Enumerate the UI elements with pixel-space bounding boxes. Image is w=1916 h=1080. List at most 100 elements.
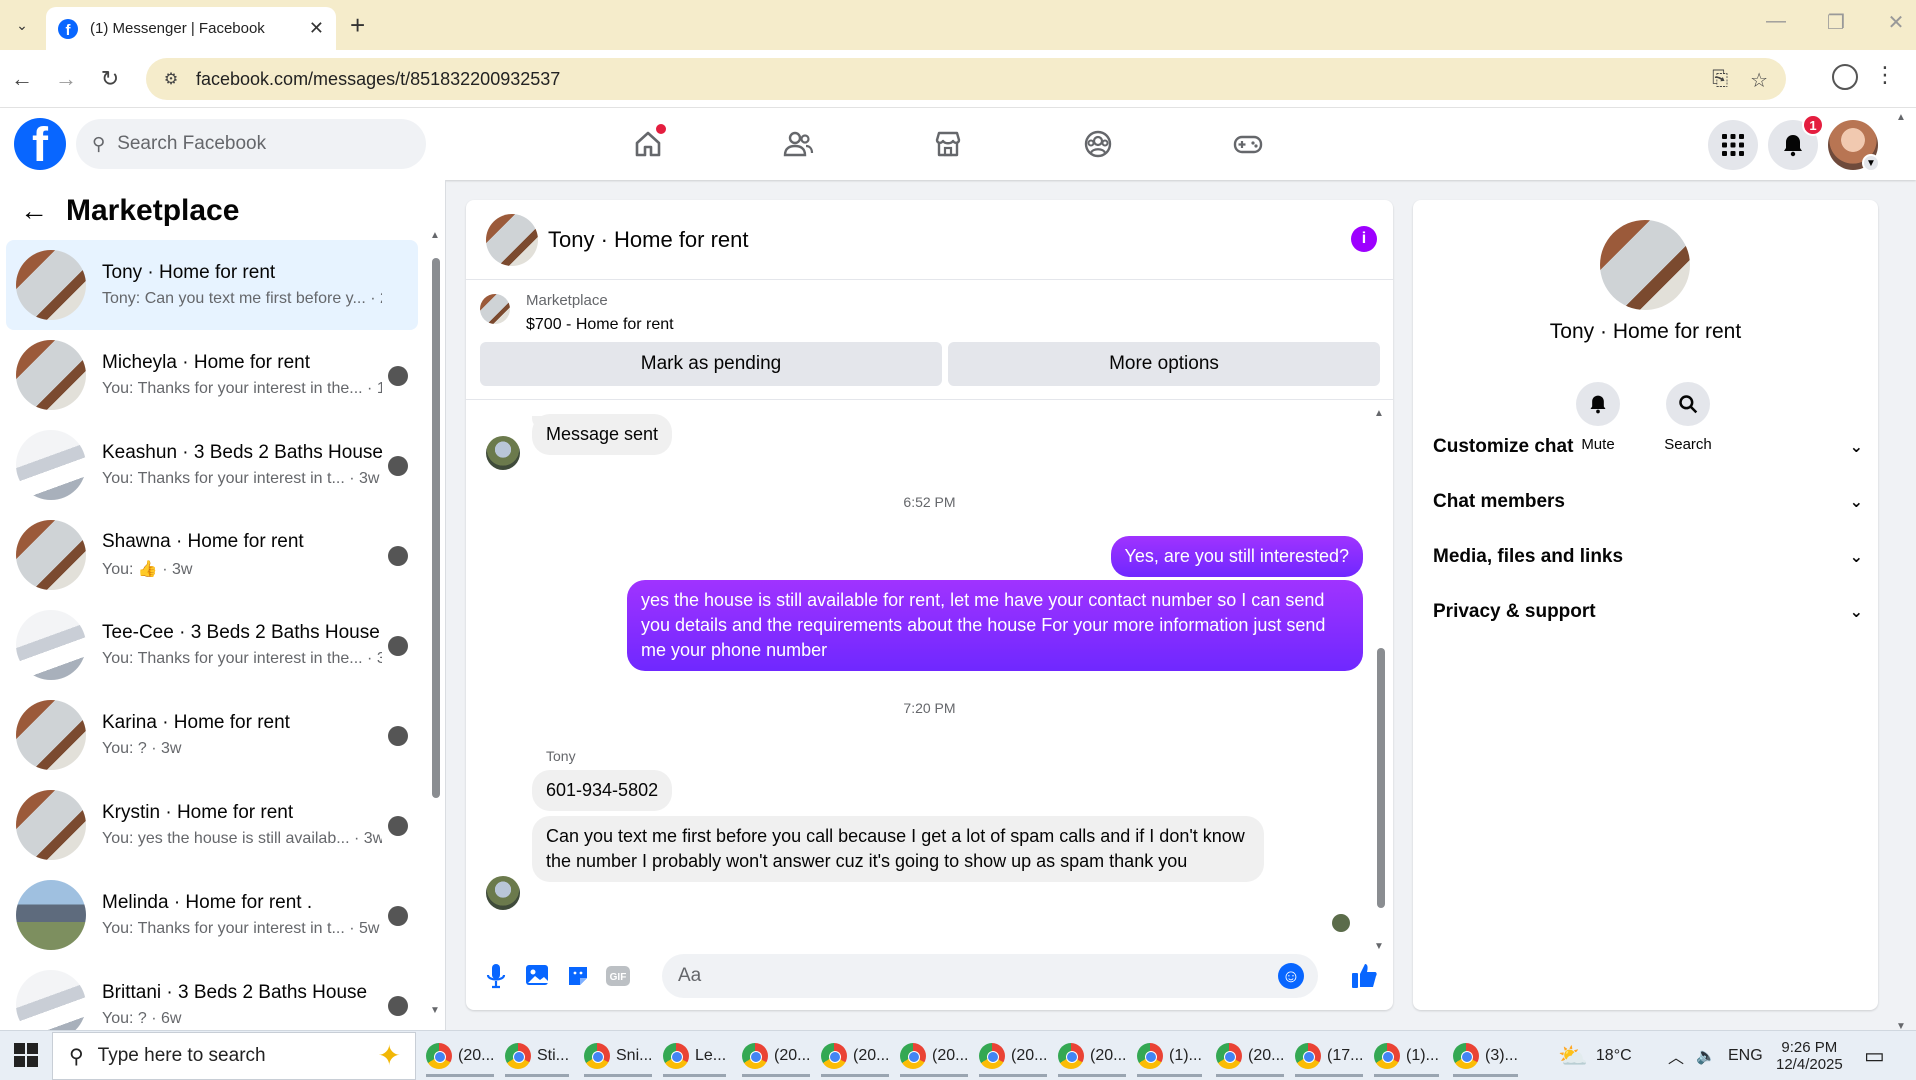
tony-avatar[interactable] <box>486 436 520 470</box>
tab-search-chevron-icon[interactable]: ⌄ <box>6 10 38 40</box>
app-label: (20... <box>1011 1046 1048 1064</box>
conversation-item[interactable]: Krystin · Home for rent You: yes the hous… <box>6 780 418 870</box>
forward-arrow-icon[interactable]: → <box>50 63 82 95</box>
site-settings-icon[interactable]: ⚙ <box>160 68 182 90</box>
conversation-item[interactable]: Micheyla · Home for rent You: Thanks for … <box>6 330 418 420</box>
conversation-avatar[interactable] <box>1600 220 1690 310</box>
photo-gallery-icon[interactable] <box>524 962 552 990</box>
conversation-item[interactable]: Keashun · 3 Beds 2 Baths House You: Thank… <box>6 420 418 510</box>
sidebar-scroll-thumb[interactable] <box>432 258 440 798</box>
groups-icon[interactable] <box>1076 122 1120 166</box>
microphone-icon[interactable] <box>482 962 510 990</box>
language-indicator[interactable]: ENG <box>1728 1031 1763 1080</box>
browser-menu-icon[interactable]: ⋮ <box>1874 62 1896 88</box>
taskbar-app-button[interactable]: (20... <box>900 1037 969 1077</box>
back-arrow-icon[interactable]: ← <box>6 63 38 95</box>
page-scrollbar[interactable]: ▲ ▼ <box>1896 112 1910 1032</box>
more-options-button[interactable]: More options <box>948 342 1380 386</box>
chat-scrollbar[interactable]: ▲ ▼ <box>1374 408 1385 952</box>
conversation-item[interactable]: Shawna · Home for rent You: 👍 · 3w <box>6 510 418 600</box>
reload-icon[interactable]: ↻ <box>94 63 126 95</box>
scroll-up-icon[interactable]: ▲ <box>1896 112 1906 123</box>
install-app-icon[interactable]: ⎘ <box>1712 68 1728 93</box>
back-arrow-icon[interactable]: ← <box>20 195 54 227</box>
privacy-support-section[interactable]: Privacy & support ⌄ <box>1433 592 1863 632</box>
conversation-thumbnail <box>16 610 86 680</box>
search-icon <box>1666 382 1710 426</box>
listing-price[interactable]: $700 - Home for rent <box>526 316 674 334</box>
browser-profile-icon[interactable] <box>1832 64 1858 90</box>
chat-members-section[interactable]: Chat members ⌄ <box>1433 482 1863 522</box>
taskbar-app-button[interactable]: (20... <box>1216 1037 1285 1077</box>
windows-start-icon[interactable] <box>14 1043 38 1067</box>
taskbar-app-button[interactable]: (1)... <box>1137 1037 1202 1077</box>
search-icon: ⚲ <box>69 1045 84 1068</box>
taskbar-app-button[interactable]: (20... <box>979 1037 1048 1077</box>
copilot-sparkle-icon[interactable]: ✦ <box>378 1039 401 1072</box>
conversation-item[interactable]: Tony · Home for rent Tony: Can you text m… <box>6 240 418 330</box>
taskbar-search-input[interactable]: ⚲ Type here to search ✦ <box>52 1032 416 1080</box>
conversation-name: Tony · Home for rent <box>1549 320 1742 343</box>
minimize-icon[interactable]: — <box>1766 10 1786 35</box>
chat-header-avatar[interactable] <box>486 213 538 266</box>
friends-icon[interactable] <box>776 122 820 166</box>
address-bar[interactable]: ⚙ facebook.com/messages/t/85183220093253… <box>146 58 1786 100</box>
sticker-icon[interactable] <box>564 962 592 990</box>
conversation-item[interactable]: Melinda · Home for rent . You: Thanks for… <box>6 870 418 960</box>
home-icon[interactable] <box>626 122 670 166</box>
timestamp: 7:20 PM <box>903 700 956 716</box>
tab-close-icon[interactable]: ✕ <box>309 18 324 39</box>
new-tab-plus-icon[interactable]: + <box>350 10 365 41</box>
clock[interactable]: 9:26 PM 12/4/2025 <box>1776 1031 1843 1080</box>
notification-center-icon[interactable]: ▭ <box>1864 1031 1885 1080</box>
app-icon <box>900 1042 926 1069</box>
restore-icon[interactable]: ❐ <box>1826 10 1846 35</box>
sidebar-scrollbar[interactable]: ▲ ▼ <box>430 230 440 1016</box>
marketplace-icon[interactable] <box>926 122 970 166</box>
customize-chat-section[interactable]: Customize chat ⌄ <box>1433 427 1863 467</box>
account-avatar[interactable]: ▼ <box>1828 120 1880 172</box>
listing-thumbnail[interactable] <box>480 294 510 324</box>
conversation-item[interactable]: Tee-Cee · 3 Beds 2 Baths House You: Thank… <box>6 600 418 690</box>
chat-scroll-thumb[interactable] <box>1377 648 1385 908</box>
facebook-logo-icon[interactable]: f <box>14 118 66 170</box>
browser-tab-messenger[interactable]: f (1) Messenger | Facebook ✕ <box>46 7 336 50</box>
taskbar-app-button[interactable]: (1)... <box>1374 1037 1439 1077</box>
message-input[interactable]: Aa ☺ <box>662 954 1318 998</box>
emoji-icon[interactable]: ☺ <box>1278 963 1304 989</box>
taskbar-app-button[interactable]: Sti... <box>505 1037 570 1077</box>
chat-title[interactable]: Tony · Home for rent <box>548 227 749 253</box>
svg-text:GIF: GIF <box>610 972 627 983</box>
taskbar-app-button[interactable]: Sni... <box>584 1037 653 1077</box>
taskbar-app-button[interactable]: (3)... <box>1453 1037 1518 1077</box>
close-window-icon[interactable]: ✕ <box>1886 10 1906 35</box>
mark-as-pending-button[interactable]: Mark as pending <box>480 342 942 386</box>
show-hidden-icons-chevron-up-icon[interactable]: ︿ <box>1668 1031 1684 1080</box>
media-files-links-section[interactable]: Media, files and links ⌄ <box>1433 537 1863 577</box>
taskbar-app-button[interactable]: (17... <box>1295 1037 1364 1077</box>
menu-grid-icon[interactable] <box>1708 120 1758 170</box>
gaming-icon[interactable] <box>1226 122 1270 166</box>
info-icon[interactable]: i <box>1351 226 1377 252</box>
taskbar-app-button[interactable]: (20... <box>426 1037 495 1077</box>
weather-widget[interactable]: ⛅ 18°C <box>1558 1031 1632 1080</box>
speaker-icon[interactable]: 🔈 <box>1696 1031 1716 1080</box>
scroll-up-icon[interactable]: ▲ <box>1374 408 1384 419</box>
tony-avatar[interactable] <box>486 876 520 910</box>
notifications-bell-icon[interactable]: 1 <box>1768 114 1824 170</box>
conversation-thumbnail <box>16 250 86 320</box>
facebook-search-input[interactable]: ⚲ Search Facebook <box>76 119 426 169</box>
scroll-down-icon[interactable]: ▼ <box>430 1005 440 1016</box>
bookmark-star-icon[interactable]: ☆ <box>1750 68 1768 93</box>
conversation-name: Keashun · 3 Beds 2 Baths House <box>102 442 383 463</box>
clock-time: 9:26 PM <box>1781 1039 1838 1056</box>
taskbar-app-button[interactable]: Le... <box>663 1037 727 1077</box>
taskbar-app-button[interactable]: (20... <box>742 1037 811 1077</box>
conversation-item[interactable]: Karina · Home for rent You: ? · 3w <box>6 690 418 780</box>
like-thumbs-up-icon[interactable] <box>1350 962 1378 990</box>
gif-icon[interactable]: GIF <box>604 962 632 990</box>
conversation-time: 5w <box>359 920 380 937</box>
scroll-up-icon[interactable]: ▲ <box>430 230 440 241</box>
taskbar-app-button[interactable]: (20... <box>1058 1037 1127 1077</box>
taskbar-app-button[interactable]: (20... <box>821 1037 890 1077</box>
